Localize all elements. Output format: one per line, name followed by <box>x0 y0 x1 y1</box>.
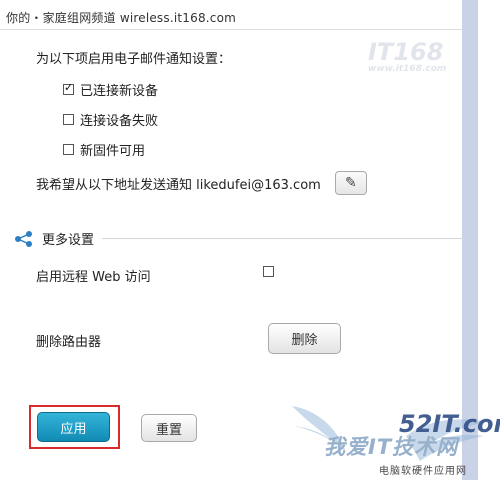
top-watermark-text: 你的・家庭组网频道 wireless.it168.com <box>6 11 237 25</box>
bottom-watermark: 我爱IT技术网 52IT.com 电脑软硬件应用网 <box>288 398 500 480</box>
more-settings-title: 更多设置 <box>42 233 95 248</box>
more-settings-header: 更多设置 <box>14 229 464 248</box>
apply-button[interactable]: 应用 <box>37 412 110 442</box>
new-device-label: 已连接新设备 <box>80 84 159 99</box>
new-device-checkbox[interactable] <box>63 81 74 95</box>
connection-failed-label: 连接设备失败 <box>80 114 159 129</box>
delete-router-button[interactable]: 删除 <box>268 323 341 354</box>
delete-router-label: 删除路由器 <box>36 335 102 350</box>
remote-web-access-checkbox[interactable] <box>263 266 274 277</box>
share-icon <box>15 230 32 247</box>
option-connection-failed[interactable]: 连接设备失败 <box>63 110 158 129</box>
option-new-firmware[interactable]: 新固件可用 <box>63 140 145 159</box>
bottom-watermark-logo: 52IT.com <box>399 410 500 438</box>
option-new-device[interactable]: 已连接新设备 <box>63 80 158 99</box>
edit-email-button[interactable]: ✎ <box>334 171 367 195</box>
bottom-watermark-subtitle: 电脑软硬件应用网 <box>379 466 467 477</box>
section-divider <box>102 238 464 239</box>
reset-button[interactable]: 重置 <box>141 414 197 442</box>
pencil-icon: ✎ <box>344 175 357 191</box>
top-right-logo: IT168 www.it168.com <box>368 40 468 80</box>
notify-sender-label: 我希望从以下地址发送通知 likedufei@163.com <box>36 177 321 193</box>
email-settings-heading: 为以下项启用电子邮件通知设置： <box>36 52 232 67</box>
notify-sender-row: 我希望从以下地址发送通知 likedufei@163.com ✎ <box>36 171 367 195</box>
top-logo-subtext: www.it168.com <box>368 64 447 74</box>
top-divider <box>0 29 462 30</box>
new-firmware-checkbox[interactable] <box>63 144 74 155</box>
new-firmware-label: 新固件可用 <box>80 144 146 159</box>
connection-failed-checkbox[interactable] <box>63 114 74 125</box>
top-logo-text: IT168 <box>368 38 444 66</box>
remote-web-access-label: 启用远程 Web 访问 <box>36 270 151 285</box>
